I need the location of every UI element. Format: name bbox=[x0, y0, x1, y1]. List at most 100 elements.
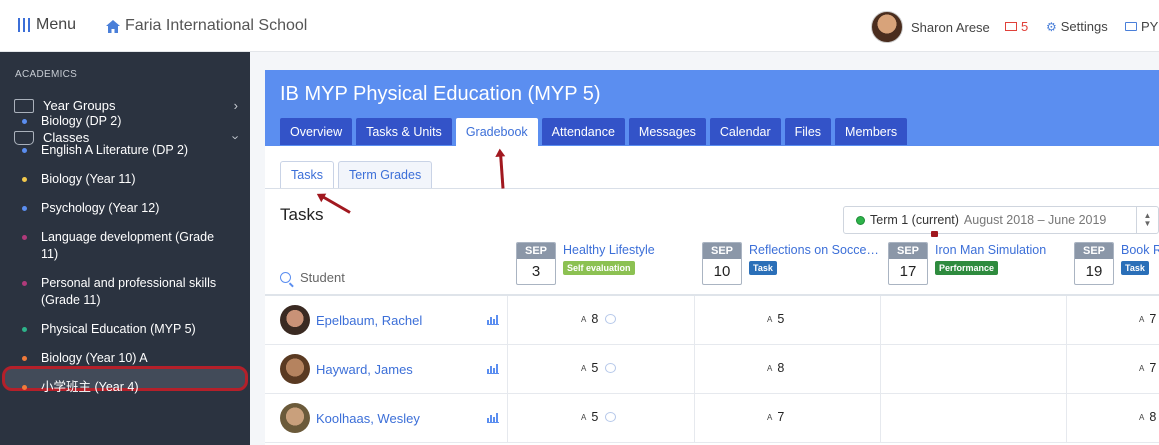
grade-value: 8 bbox=[1149, 410, 1157, 424]
section-title: Tasks bbox=[280, 205, 324, 224]
term-select[interactable]: Term 1 (current) August 2018 – June 2019… bbox=[843, 206, 1159, 234]
student-name: Epelbaum, Rachel bbox=[316, 312, 423, 328]
sidebar-class-item[interactable]: Language development (Grade 11) bbox=[22, 229, 232, 263]
criterion-label: A bbox=[1139, 363, 1145, 373]
gradebook-subtabs: Tasks Term Grades bbox=[280, 161, 433, 188]
task-date: SEP 19 bbox=[1074, 242, 1114, 285]
chart-icon[interactable] bbox=[487, 364, 499, 374]
grade-cell[interactable]: A8 bbox=[581, 312, 617, 326]
column-divider bbox=[880, 296, 881, 345]
task-column-header[interactable]: SEP 3 Healthy Lifestyle Self evaluation bbox=[516, 242, 655, 285]
class-gradebook-panel: IB MYP Physical Education (MYP 5) Overvi… bbox=[265, 70, 1159, 445]
avatar bbox=[871, 11, 903, 43]
school-link[interactable]: Faria International School bbox=[106, 17, 307, 35]
sidebar-class-item[interactable]: Personal and professional skills (Grade … bbox=[22, 275, 232, 309]
column-divider bbox=[507, 394, 508, 443]
page-title: IB MYP Physical Education (MYP 5) bbox=[280, 83, 601, 105]
task-title[interactable]: Reflections on Socce… bbox=[749, 243, 879, 258]
task-column-header[interactable]: SEP 10 Reflections on Socce… Task bbox=[702, 242, 879, 285]
comment-icon[interactable] bbox=[605, 412, 617, 422]
chart-icon[interactable] bbox=[487, 315, 499, 325]
user-menu[interactable]: Sharon Arese bbox=[871, 11, 990, 43]
task-month: SEP bbox=[703, 243, 741, 259]
grade-cell[interactable]: A5 bbox=[767, 312, 784, 326]
sidebar-class-item[interactable]: Biology (DP 2) bbox=[22, 113, 232, 130]
subtab-term-grades[interactable]: Term Grades bbox=[337, 161, 433, 188]
student-link[interactable]: Hayward, James bbox=[280, 354, 413, 384]
messages-button[interactable]: 5 bbox=[1005, 19, 1028, 34]
class-color-dot bbox=[22, 148, 27, 153]
tab-gradebook[interactable]: Gradebook bbox=[455, 118, 538, 146]
criterion-label: A bbox=[1139, 314, 1145, 324]
task-title[interactable]: Iron Man Simulation bbox=[935, 243, 1046, 258]
tab-messages[interactable]: Messages bbox=[628, 118, 706, 145]
criterion-label: A bbox=[767, 363, 773, 373]
sidebar-class-label: Biology (DP 2) bbox=[41, 114, 122, 128]
grade-cell[interactable]: A5 bbox=[581, 361, 617, 375]
class-color-dot bbox=[22, 385, 27, 390]
column-divider bbox=[880, 394, 881, 443]
grade-value: 7 bbox=[777, 410, 785, 424]
column-divider bbox=[1066, 394, 1067, 443]
criterion-label: A bbox=[1139, 412, 1145, 422]
mail-count: 5 bbox=[1021, 19, 1029, 34]
column-divider bbox=[1066, 296, 1067, 345]
comment-icon[interactable] bbox=[605, 314, 617, 324]
grade-cell[interactable]: A8 bbox=[767, 361, 784, 375]
grade-cell[interactable]: A7 bbox=[1139, 312, 1156, 326]
task-month: SEP bbox=[1075, 243, 1113, 259]
programme-button[interactable]: PYP bbox=[1125, 19, 1159, 34]
settings-label: Settings bbox=[1060, 19, 1108, 34]
sidebar-class-item[interactable]: Biology (Year 10) A bbox=[22, 350, 232, 367]
settings-button[interactable]: ⚙ Settings bbox=[1046, 19, 1108, 34]
sidebar-class-item[interactable]: Physical Education (MYP 5) bbox=[22, 321, 232, 338]
tab-overview[interactable]: Overview bbox=[280, 118, 353, 145]
grade-value: 5 bbox=[777, 312, 785, 326]
tab-members[interactable]: Members bbox=[835, 118, 908, 145]
home-icon bbox=[106, 19, 120, 33]
student-link[interactable]: Epelbaum, Rachel bbox=[280, 305, 422, 335]
task-column-header[interactable]: SEP 19 Book R Task bbox=[1074, 242, 1159, 285]
chart-icon[interactable] bbox=[487, 413, 499, 423]
sidebar-class-item[interactable]: English A Literature (DP 2) bbox=[22, 142, 232, 159]
sidebar-item-year-groups[interactable]: Year Groups › bbox=[14, 98, 238, 113]
task-month: SEP bbox=[517, 243, 555, 259]
school-name: Faria International School bbox=[125, 17, 308, 34]
task-column-header[interactable]: SEP 17 Iron Man Simulation Performance bbox=[888, 242, 1046, 285]
tab-attendance[interactable]: Attendance bbox=[541, 118, 625, 145]
table-row: Hayward, James A 5 A 8 A 7 bbox=[265, 345, 1159, 394]
sidebar-class-label: Biology (Year 11) bbox=[41, 172, 136, 186]
task-title[interactable]: Book R bbox=[1121, 243, 1159, 258]
sidebar-class-item[interactable]: Psychology (Year 12) bbox=[22, 200, 232, 217]
sidebar-section-heading: ACADEMICS bbox=[15, 69, 78, 80]
menu-button[interactable]: Menu bbox=[18, 16, 76, 34]
comment-icon[interactable] bbox=[605, 363, 617, 373]
task-date: SEP 10 bbox=[702, 242, 742, 285]
user-name: Sharon Arese bbox=[911, 19, 990, 35]
select-arrows-icon: ▲ ▼ bbox=[1136, 207, 1158, 233]
grade-cell[interactable]: A7 bbox=[767, 410, 784, 424]
grade-cell[interactable]: A5 bbox=[581, 410, 617, 424]
grade-value: 8 bbox=[777, 361, 785, 375]
grade-cell[interactable]: A8 bbox=[1139, 410, 1156, 424]
table-row: Epelbaum, Rachel A 8 A 5 A 7 bbox=[265, 296, 1159, 345]
class-color-dot bbox=[22, 327, 27, 332]
criterion-label: A bbox=[581, 363, 587, 373]
tab-files[interactable]: Files bbox=[784, 118, 832, 145]
tab-tasks-units[interactable]: Tasks & Units bbox=[356, 118, 452, 145]
annotation-marker bbox=[931, 231, 938, 237]
student-link[interactable]: Koolhaas, Wesley bbox=[280, 403, 420, 433]
avatar bbox=[280, 305, 310, 335]
tab-calendar[interactable]: Calendar bbox=[709, 118, 781, 145]
task-type-badge: Self evaluation bbox=[563, 261, 635, 275]
criterion-label: A bbox=[581, 412, 587, 422]
class-color-dot bbox=[22, 206, 27, 211]
task-title[interactable]: Healthy Lifestyle bbox=[563, 243, 655, 258]
sidebar-class-item[interactable]: 小学班主 (Year 4) bbox=[22, 379, 232, 396]
grade-cell[interactable]: A7 bbox=[1139, 361, 1156, 375]
table-row: Koolhaas, Wesley A 5 A 7 A 8 bbox=[265, 394, 1159, 443]
student-search[interactable]: Student bbox=[280, 270, 345, 285]
student-name: Hayward, James bbox=[316, 361, 413, 377]
subtab-tasks[interactable]: Tasks bbox=[280, 161, 334, 188]
sidebar-class-item[interactable]: Biology (Year 11) bbox=[22, 171, 232, 188]
